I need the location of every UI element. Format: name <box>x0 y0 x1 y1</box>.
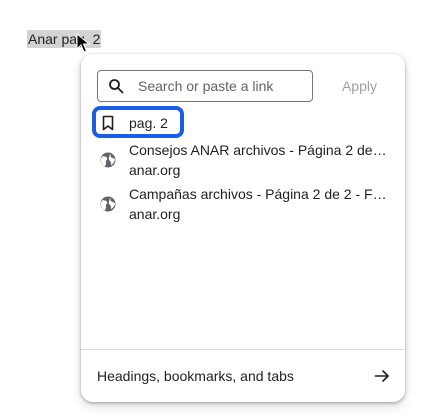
suggestion-title: Campañas archivos - Página 2 de 2 - Fund… <box>129 186 389 202</box>
headings-bookmarks-tabs-row[interactable]: Headings, bookmarks, and tabs <box>81 349 405 402</box>
search-icon <box>109 79 124 94</box>
suggestion-title: Consejos ANAR archivos - Página 2 de 2 -… <box>129 142 389 158</box>
search-row: Apply <box>97 70 389 102</box>
suggestion-domain: anar.org <box>129 162 181 178</box>
search-box[interactable] <box>97 70 313 102</box>
apply-button[interactable]: Apply <box>332 70 387 102</box>
suggestion-domain: anar.org <box>129 206 181 222</box>
search-input[interactable] <box>138 71 308 101</box>
footer-label: Headings, bookmarks, and tabs <box>97 368 294 384</box>
suggestion-link[interactable]: Campañas archivos - Página 2 de 2 - Fund… <box>97 185 389 225</box>
globe-icon <box>100 196 116 212</box>
focus-ring <box>92 106 184 138</box>
arrow-right-icon <box>374 370 389 382</box>
insert-link-dialog: Apply pag. 2 Consejos ANAR archivos - Pá… <box>81 54 405 402</box>
mouse-cursor-icon <box>76 33 91 53</box>
globe-icon <box>100 152 116 168</box>
suggestion-link[interactable]: Consejos ANAR archivos - Página 2 de 2 -… <box>97 141 389 181</box>
